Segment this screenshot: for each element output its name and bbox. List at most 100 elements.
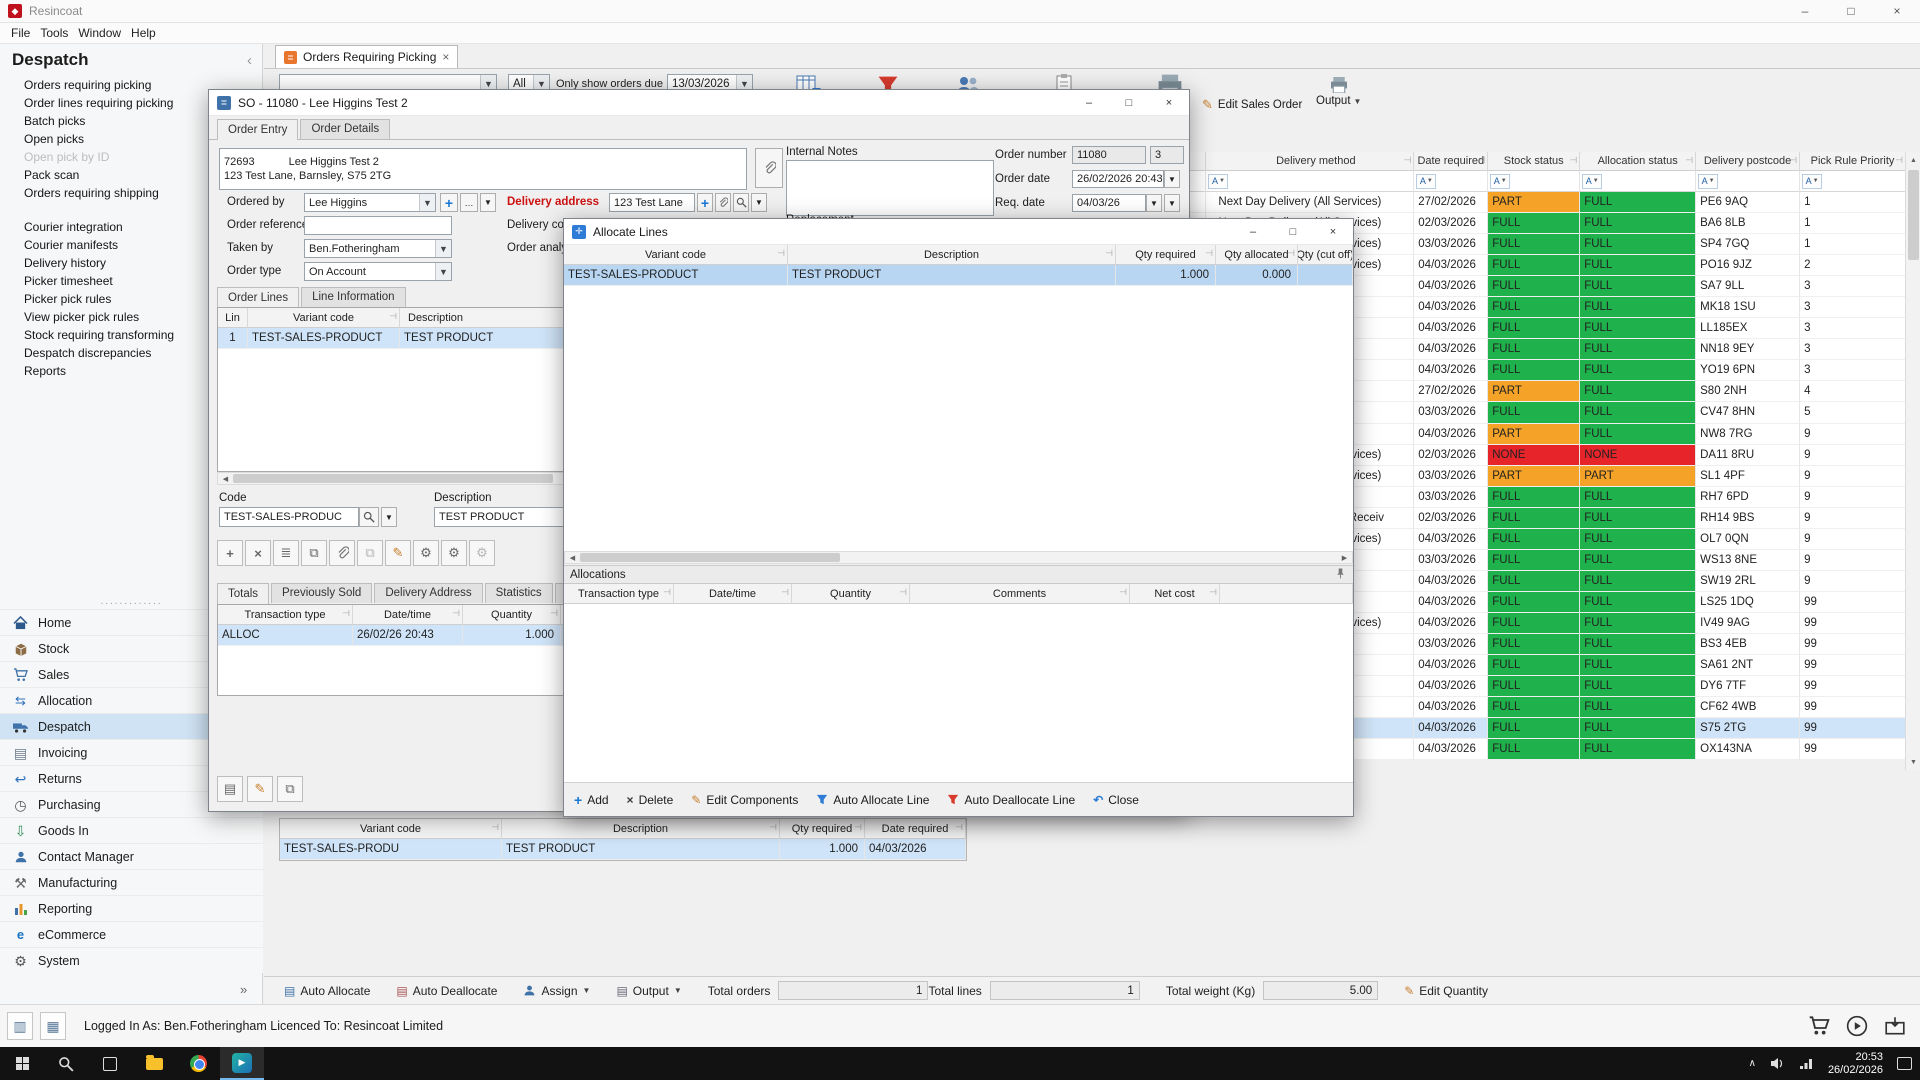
- chevron-down-icon[interactable]: ▼: [381, 507, 397, 527]
- cart-icon[interactable]: [1808, 1016, 1830, 1036]
- dialog-close-button[interactable]: ×: [1149, 90, 1189, 116]
- filter-icon[interactable]: ⊣: [1895, 155, 1903, 166]
- allocate-horizontal-scrollbar[interactable]: ◀ ▶: [564, 551, 1353, 564]
- window-close-button[interactable]: ×: [1874, 0, 1920, 22]
- autofilter-date-required[interactable]: A ▼: [1414, 171, 1489, 192]
- filter-icon[interactable]: ⊣: [1789, 155, 1797, 166]
- delivery-address-value[interactable]: 123 Test Lane: [609, 193, 695, 212]
- dialog-close-button[interactable]: ×: [1313, 219, 1353, 245]
- play-circle-icon[interactable]: [1846, 1015, 1868, 1037]
- window-maximize-button[interactable]: □: [1828, 0, 1874, 22]
- order-date-value[interactable]: 26/02/2026 20:43: [1072, 170, 1164, 188]
- menu-window[interactable]: Window: [73, 26, 126, 40]
- lines-header-description[interactable]: Description ⊣: [502, 819, 780, 839]
- more-options-button[interactable]: …: [460, 193, 478, 212]
- lines-header-qty[interactable]: Qty required ⊣: [780, 819, 865, 839]
- tray-expand-icon[interactable]: ∧: [1749, 1058, 1756, 1069]
- sidebar-collapse-icon[interactable]: ‹: [247, 52, 252, 69]
- autofilter-delivery-method[interactable]: A ▼: [1206, 171, 1415, 192]
- column-header-allocation-status[interactable]: Allocation status ⊣: [1580, 152, 1697, 171]
- filter-icon[interactable]: ⊣: [1685, 155, 1693, 166]
- orders-vertical-scrollbar[interactable]: ▲ ▼: [1905, 152, 1920, 770]
- taskbar-search-button[interactable]: [44, 1047, 88, 1080]
- lines-header-date[interactable]: Date required ⊣: [865, 819, 966, 839]
- allocate-line-row[interactable]: TEST-SALES-PRODUCT TEST PRODUCT 1.000 0.…: [564, 265, 1353, 286]
- speaker-icon[interactable]: [1770, 1057, 1785, 1070]
- taskbar-clock[interactable]: 20:53 26/02/2026: [1828, 1051, 1883, 1077]
- lines-header-variant[interactable]: Variant code ⊣: [280, 819, 502, 839]
- dialog-minimize-button[interactable]: –: [1233, 219, 1273, 245]
- allocations-col-quantity[interactable]: Quantity ⊣: [792, 584, 910, 604]
- autofilter-stock-status[interactable]: A ▼: [1488, 171, 1581, 192]
- dialog-maximize-button[interactable]: □: [1273, 219, 1313, 245]
- nav-goods-in[interactable]: ⇩ Goods In: [0, 817, 263, 843]
- nav-reporting[interactable]: Reporting: [0, 895, 263, 921]
- tab-order-lines[interactable]: Order Lines: [217, 287, 300, 308]
- allocations-col-net-cost[interactable]: Net cost ⊣: [1130, 584, 1220, 604]
- resincoat-app-button[interactable]: ▶: [220, 1047, 264, 1080]
- menu-tools[interactable]: Tools: [35, 26, 73, 40]
- auto-deallocate-button[interactable]: ▤ Auto Deallocate: [396, 984, 497, 998]
- delete-line-button[interactable]: ×: [245, 540, 271, 566]
- order-line-row[interactable]: TEST-SALES-PRODU TEST PRODUCT 1.000 04/0…: [280, 839, 966, 860]
- alloc-col-qty-cut-off[interactable]: Qty (cut off): [1298, 245, 1353, 265]
- export-icon[interactable]: [1884, 1016, 1906, 1036]
- filter-icon[interactable]: ⊣: [1403, 155, 1411, 166]
- tab-orders-requiring-picking[interactable]: ≣ Orders Requiring Picking ×: [275, 45, 459, 68]
- scroll-down-icon[interactable]: ▼: [1906, 754, 1920, 770]
- sales-order-dialog-titlebar[interactable]: ≣ SO - 11080 - Lee Higgins Test 2 – □ ×: [209, 90, 1189, 116]
- address-search-button[interactable]: [733, 193, 749, 212]
- action-center-icon[interactable]: [1897, 1057, 1912, 1070]
- nav-ecommerce[interactable]: e eCommerce: [0, 921, 263, 947]
- notes-button[interactable]: ▤: [217, 776, 243, 802]
- copy-line-button[interactable]: ⧉: [301, 540, 327, 566]
- allocations-col-type[interactable]: Transaction type ⊣: [564, 584, 674, 604]
- edit-quantity-button[interactable]: ✎ Edit Quantity: [1404, 984, 1488, 998]
- chrome-button[interactable]: [176, 1047, 220, 1080]
- add-contact-button[interactable]: +: [440, 193, 458, 212]
- internal-notes-textarea[interactable]: [786, 160, 994, 216]
- scroll-up-icon[interactable]: ▲: [1906, 152, 1920, 168]
- scroll-right-icon[interactable]: ▶: [1337, 552, 1352, 563]
- auto-deallocate-line-button[interactable]: Auto Deallocate Line: [947, 793, 1075, 807]
- line-notes-button[interactable]: ≣: [273, 540, 299, 566]
- chevron-down-icon[interactable]: ▼: [751, 193, 767, 212]
- close-button[interactable]: ↶ Close: [1093, 793, 1139, 807]
- delete-button[interactable]: × Delete: [627, 793, 674, 807]
- export-document-button[interactable]: ⧉: [277, 776, 303, 802]
- scrollbar-thumb[interactable]: [580, 553, 840, 562]
- dialog-maximize-button[interactable]: □: [1109, 90, 1149, 116]
- chevron-down-icon[interactable]: ▼: [1164, 194, 1180, 212]
- menu-file[interactable]: File: [6, 26, 35, 40]
- allocations-col-comments[interactable]: Comments ⊣: [910, 584, 1130, 604]
- trans-col-quantity[interactable]: Quantity ⊣: [463, 605, 561, 625]
- taken-by-combobox[interactable]: Ben.Fotheringham ▼: [304, 239, 452, 258]
- start-button[interactable]: [0, 1047, 44, 1080]
- filter-icon[interactable]: ⊣: [1569, 155, 1577, 166]
- task-view-button[interactable]: [88, 1047, 132, 1080]
- lines-col-lin[interactable]: Lin: [218, 308, 248, 328]
- chevron-down-icon[interactable]: ▼: [1146, 194, 1162, 212]
- trans-col-datetime[interactable]: Date/time ⊣: [353, 605, 463, 625]
- footer-output-button[interactable]: ▤ Output ▼: [616, 984, 681, 998]
- lines-col-variant[interactable]: Variant code ⊣: [248, 308, 400, 328]
- duplicate-line-button[interactable]: ⧉: [357, 540, 383, 566]
- edit-document-button[interactable]: ✎: [247, 776, 273, 802]
- trans-col-type[interactable]: Transaction type ⊣: [218, 605, 353, 625]
- autofilter-allocation-status[interactable]: A ▼: [1580, 171, 1697, 192]
- edit-sales-order-button[interactable]: ✎ Edit Sales Order: [1202, 97, 1302, 113]
- deallocate-line-button[interactable]: ⚙: [441, 540, 467, 566]
- window-minimize-button[interactable]: –: [1782, 0, 1828, 22]
- tab-order-entry[interactable]: Order Entry: [217, 119, 299, 140]
- columns-icon[interactable]: ▦: [40, 1012, 66, 1040]
- auto-allocate-button[interactable]: ▤ Auto Allocate: [284, 984, 370, 998]
- layout-icon[interactable]: ▥: [7, 1012, 33, 1040]
- pin-icon[interactable]: [1336, 567, 1345, 582]
- edit-line-button[interactable]: ✎: [385, 540, 411, 566]
- autofilter-pick-rule-priority[interactable]: A ▼: [1800, 171, 1905, 192]
- code-search-button[interactable]: [359, 507, 379, 527]
- allocate-dialog-titlebar[interactable]: ✛ Allocate Lines – □ ×: [564, 219, 1353, 245]
- ordered-by-combobox[interactable]: Lee Higgins ▼: [304, 193, 436, 212]
- output-button[interactable]: Output ▼: [1316, 77, 1361, 107]
- file-explorer-button[interactable]: [132, 1047, 176, 1080]
